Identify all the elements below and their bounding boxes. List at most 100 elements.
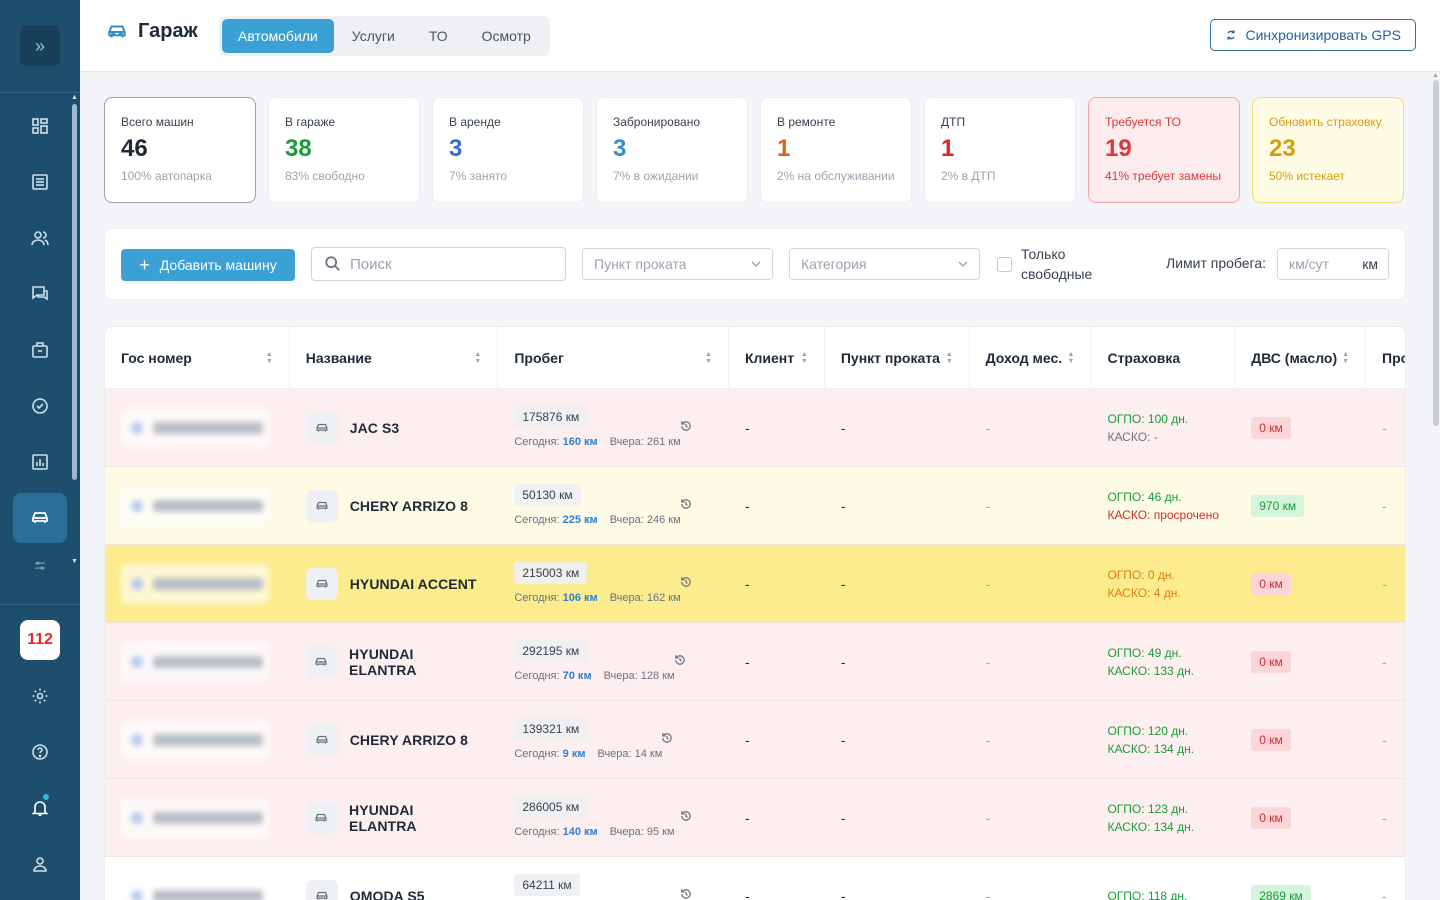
car-name[interactable]: OMODA S5 [350,888,425,900]
stat-card[interactable]: В гараже 38 83% свободно [268,97,420,203]
free-only-filter[interactable]: Только свободные [997,244,1092,284]
car-name[interactable]: JAC S3 [350,420,400,436]
stat-card[interactable]: Обновить страховку 23 50% истекает [1252,97,1404,203]
car-name[interactable]: HYUNDAI ELANTRA [349,646,482,678]
sort-icon[interactable]: ▲ ▼ [946,351,953,365]
scroll-up-arrow-icon[interactable]: ▲ [71,94,78,101]
column-header[interactable]: Доход мес. ▲ ▼ [970,327,1092,389]
history-icon[interactable] [660,731,674,745]
last-cell: - [1382,575,1387,592]
osago-status: ОГПО: 46 дн. [1107,489,1182,504]
sidebar-item-profile[interactable] [0,836,80,892]
table-row[interactable]: HYUNDAI ELANTRA 286005 км Сегодня: 140 км В… [105,779,1405,857]
column-header[interactable]: Пробег ▲ ▼ [498,327,729,389]
tab-maintenance[interactable]: ТО [413,19,464,53]
sort-icon[interactable]: ▲ ▼ [801,351,808,365]
kasko-status: КАСКО: - [1107,429,1158,444]
history-icon[interactable] [679,419,693,433]
column-header[interactable]: Название ▲ ▼ [290,327,499,389]
emergency-badge[interactable]: 112 [20,620,60,660]
sidebar-item-chat[interactable] [0,266,80,322]
sidebar-item-list[interactable] [0,154,80,210]
car-name[interactable]: HYUNDAI ELANTRA [349,802,482,834]
sidebar-item-users[interactable] [0,210,80,266]
stat-card[interactable]: Забронировано 3 7% в ожидании [596,97,748,203]
sync-gps-button[interactable]: Синхронизировать GPS [1210,19,1416,51]
column-header[interactable]: Гос номер ▲ ▼ [105,327,290,389]
today-value: 140 км [562,826,598,838]
page-scrollbar[interactable]: ▲ [1432,72,1440,900]
stat-card[interactable]: В аренде 3 7% занято [432,97,584,203]
scroll-thumb[interactable] [72,104,77,480]
category-select[interactable]: Категория [789,248,980,280]
stat-card[interactable]: Требуется ТО 19 41% требует замены [1088,97,1240,203]
last-cell: - [1382,809,1387,826]
column-header[interactable]: Про [1366,327,1405,389]
column-header[interactable]: Клиент ▲ ▼ [729,327,825,389]
column-header-label: Название [305,350,372,366]
today-value: 225 км [562,514,598,526]
tab-cars[interactable]: Автомобили [222,19,334,53]
column-header[interactable]: ДВС (масло) ▲ ▼ [1235,327,1367,389]
stat-subtitle: 7% в ожидании [613,169,699,183]
oil-cell: 0 км [1235,545,1366,622]
history-icon[interactable] [679,809,693,823]
sidebar-item-check[interactable] [0,378,80,434]
car-icon [305,411,338,444]
history-icon[interactable] [673,653,687,667]
stat-subtitle: 100% автопарка [121,169,212,183]
search-input[interactable]: Поиск [311,247,566,281]
column-header[interactable]: Пункт проката ▲ ▼ [825,327,970,389]
sidebar-item-garage[interactable] [0,490,80,546]
history-icon[interactable] [679,497,693,511]
car-icon [305,879,338,900]
column-header[interactable]: Страховка [1091,327,1236,389]
sidebar-item-settings[interactable] [0,668,80,724]
oil-cell: 970 км [1235,467,1366,544]
oil-badge: 0 км [1251,572,1291,595]
rental-point-select[interactable]: Пункт проката [582,248,773,280]
stat-card[interactable]: ДТП 1 2% в ДТП [924,97,1076,203]
sidebar-item-briefcase[interactable] [0,322,80,378]
stat-card[interactable]: В ремонте 1 2% на обслуживании [760,97,912,203]
mileage-limit-input[interactable]: км/сут км [1277,248,1389,280]
history-icon[interactable] [679,887,693,900]
chevrons-right-icon[interactable]: » [20,26,60,66]
insurance-info: ОГПО: 49 дн. КАСКО: 133 дн. [1107,644,1194,680]
table-row[interactable]: JAC S3 175876 км Сегодня: 160 км Вчера: 261… [105,389,1405,467]
sort-icon[interactable]: ▲ ▼ [474,351,481,365]
sidebar-item-settings-sliders[interactable] [0,546,80,586]
car-name[interactable]: CHERY ARRIZO 8 [350,498,468,514]
scroll-up-arrow-icon[interactable]: ▲ [1432,72,1439,79]
sidebar-item-notifications[interactable] [0,780,80,836]
yesterday-label: Вчера: [609,592,647,604]
table-row[interactable]: CHERY ARRIZO 8 139321 км Сегодня: 9 км Вчер… [105,701,1405,779]
sort-icon[interactable]: ▲ ▼ [266,351,273,365]
table-row[interactable]: CHERY ARRIZO 8 50130 км Сегодня: 225 км Вче… [105,467,1405,545]
sidebar-item-help[interactable] [0,724,80,780]
tab-services[interactable]: Услуги [336,19,411,53]
rental-point-cell: - [840,809,846,826]
sort-icon[interactable]: ▲ ▼ [1068,351,1075,365]
free-only-checkbox[interactable] [997,256,1012,272]
car-name[interactable]: HYUNDAI ACCENT [350,576,477,592]
history-icon[interactable] [679,575,693,589]
sidebar-item-chart[interactable] [0,434,80,490]
tab-inspection[interactable]: Осмотр [466,19,547,53]
sidebar-item-dashboard[interactable] [0,98,80,154]
car-name[interactable]: CHERY ARRIZO 8 [350,732,468,748]
stat-card[interactable]: Всего машин 46 100% автопарка [104,97,256,203]
stat-subtitle: 50% истекает [1269,169,1346,183]
sort-icon[interactable]: ▲ ▼ [705,351,712,365]
sort-icon[interactable]: ▲ ▼ [1342,351,1349,365]
sidebar-scrollbar[interactable]: ▲ ▼ [71,94,78,566]
car-icon [305,489,338,522]
add-car-button[interactable]: + Добавить машину [121,249,295,281]
table-row[interactable]: HYUNDAI ACCENT 215003 км Сегодня: 106 км Вч… [105,545,1405,623]
scroll-down-arrow-icon[interactable]: ▼ [71,558,78,565]
income-cell: - [985,497,991,514]
table-row[interactable]: OMODA S5 64211 км - - - ОГПО: 118 дн. 2869 км - [105,857,1405,900]
table-row[interactable]: HYUNDAI ELANTRA 292195 км Сегодня: 70 км Вч… [105,623,1405,701]
sidebar: » ▲ ▼ 112 [0,0,80,900]
scroll-thumb[interactable] [1433,80,1439,426]
